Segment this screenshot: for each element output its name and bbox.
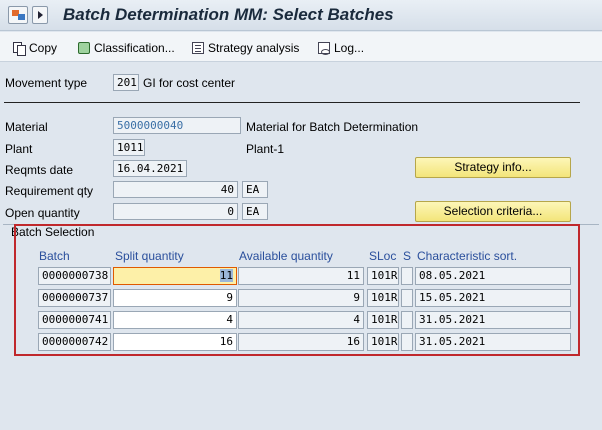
column-header-characteristic-sort: Characteristic sort.	[417, 249, 518, 263]
table-row-batch: 0000000737	[38, 289, 111, 307]
table-row-batch: 0000000738	[38, 267, 111, 285]
column-header-available-quantity: Available quantity	[239, 249, 333, 263]
strategy-analysis-button-label: Strategy analysis	[208, 40, 300, 55]
sap-menu-icon[interactable]	[8, 6, 28, 24]
copy-button[interactable]: Copy	[13, 39, 57, 56]
table-row-s	[401, 289, 413, 307]
table-row-s	[401, 311, 413, 329]
table-row-char-sort: 31.05.2021	[415, 333, 571, 351]
log-icon	[318, 41, 330, 55]
reqmts-date-label: Reqmts date	[5, 163, 74, 177]
copy-icon	[13, 41, 26, 56]
table-row-s	[401, 333, 413, 351]
classification-icon	[78, 41, 90, 54]
batch-selection-title: Batch Selection	[11, 225, 95, 239]
plant-field: 1011	[113, 139, 145, 156]
table-row-char-sort: 08.05.2021	[415, 267, 571, 285]
selection-criteria-button[interactable]: Selection criteria...	[415, 201, 571, 222]
log-button-label: Log...	[334, 40, 365, 55]
classification-button-label: Classification...	[94, 40, 175, 55]
column-header-s: S	[403, 249, 412, 263]
table-row-sloc: 101R	[367, 289, 399, 307]
movement-type-field: 201	[113, 74, 139, 91]
requirement-qty-label: Requirement qty	[5, 184, 94, 198]
table-row-available: 4	[238, 311, 364, 329]
table-row-char-sort: 31.05.2021	[415, 311, 571, 329]
split-quantity-input[interactable]: 4	[113, 311, 237, 329]
page-title: Batch Determination MM: Select Batches	[63, 5, 394, 24]
classification-button[interactable]: Classification...	[78, 39, 175, 56]
table-row-char-sort: 15.05.2021	[415, 289, 571, 307]
split-quantity-input[interactable]: 11	[113, 267, 237, 285]
column-header-split-quantity: Split quantity	[115, 249, 184, 263]
table-row-available: 16	[238, 333, 364, 351]
open-quantity-label: Open quantity	[5, 206, 80, 220]
requirement-qty-field: 40	[113, 181, 238, 198]
open-quantity-unit: EA	[242, 203, 268, 220]
log-button[interactable]: Log...	[318, 39, 364, 56]
title-bar: Batch Determination MM: Select Batches	[0, 0, 602, 31]
material-description: Material for Batch Determination	[246, 120, 419, 134]
table-row-s	[401, 267, 413, 285]
table-row-available: 9	[238, 289, 364, 307]
strategy-analysis-icon	[192, 41, 204, 54]
requirement-qty-unit: EA	[242, 181, 268, 198]
table-row-batch: 0000000741	[38, 311, 111, 329]
split-quantity-input[interactable]: 16	[113, 333, 237, 351]
strategy-info-button[interactable]: Strategy info...	[415, 157, 571, 178]
table-row-sloc: 101R	[367, 311, 399, 329]
split-quantity-input[interactable]: 9	[113, 289, 237, 307]
movement-type-text: GI for cost center	[143, 76, 236, 90]
plant-label: Plant	[5, 142, 33, 156]
column-header-sloc: SLoc	[369, 249, 397, 263]
movement-type-label: Movement type	[5, 76, 88, 90]
split-quantity-value: 11	[219, 269, 233, 282]
table-row-available: 11	[238, 267, 364, 285]
plant-description: Plant-1	[246, 142, 285, 156]
expand-arrow-icon[interactable]	[32, 6, 48, 24]
column-header-batch: Batch	[39, 249, 70, 263]
application-toolbar: Copy Classification... Strategy analysis…	[0, 32, 602, 62]
copy-button-label: Copy	[29, 40, 58, 55]
reqmts-date-field: 16.04.2021	[113, 160, 187, 177]
table-row-sloc: 101R	[367, 267, 399, 285]
table-row-batch: 0000000742	[38, 333, 111, 351]
divider	[4, 102, 580, 103]
material-field[interactable]: 5000000040	[113, 117, 241, 134]
table-row-sloc: 101R	[367, 333, 399, 351]
open-quantity-field: 0	[113, 203, 238, 220]
material-label: Material	[5, 120, 48, 134]
strategy-analysis-button[interactable]: Strategy analysis	[192, 39, 299, 56]
